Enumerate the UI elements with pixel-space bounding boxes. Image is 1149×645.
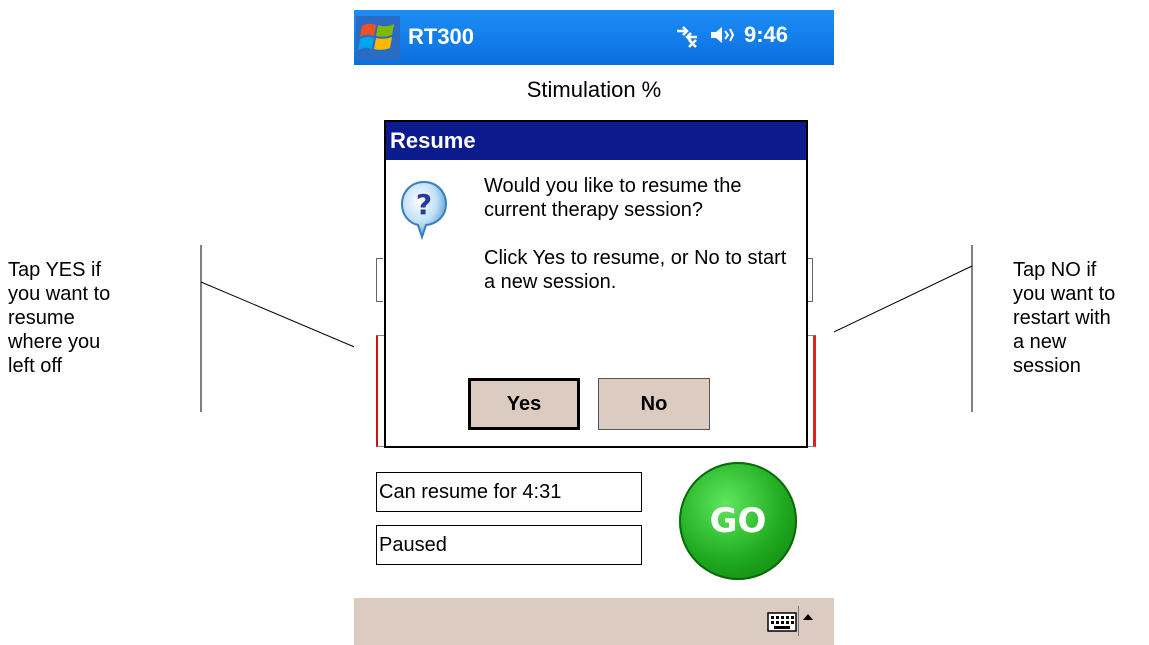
dialog-title: Resume [386, 122, 806, 160]
dialog-question-text: Would you like to resume the current the… [484, 175, 742, 221]
screen-title: Stimulation % [526, 77, 662, 102]
dialog-message: Would you like to resume the current the… [484, 174, 794, 318]
callout-no-text: Tap NO if you want to restart with a new… [1013, 259, 1116, 377]
yes-button[interactable]: Yes [468, 378, 580, 430]
status-area: 9:46 [674, 22, 788, 48]
question-icon: ? [400, 180, 448, 240]
resume-time-field: Can resume for 4:31 [376, 472, 642, 512]
arrow-up-icon[interactable] [803, 614, 813, 620]
no-button[interactable]: No [598, 378, 710, 430]
dialog-instruction-text: Click Yes to resume, or No to start a ne… [484, 247, 787, 293]
device-screen: RT300 9:46 Stimulation % Resume ? Would … [354, 10, 834, 645]
svg-text:?: ? [416, 188, 432, 221]
bottom-menu-bar [354, 598, 834, 645]
speaker-muted-icon[interactable] [708, 23, 736, 47]
keyboard-icon[interactable] [767, 612, 797, 632]
app-title: RT300 [408, 24, 475, 49]
session-state-field: Paused [376, 525, 642, 565]
go-button[interactable]: GO [679, 462, 797, 580]
callout-yes-text: Tap YES if you want to resume where you … [8, 259, 111, 377]
stimulation-bar-frame-left [376, 258, 383, 302]
clock[interactable]: 9:46 [744, 22, 788, 48]
resume-dialog: Resume ? Would you like to resume the cu… [384, 120, 808, 448]
menu-separator [798, 606, 799, 636]
connectivity-x-icon[interactable] [674, 22, 700, 48]
windows-flag-icon[interactable] [356, 16, 400, 60]
title-bar: RT300 9:46 [354, 10, 834, 65]
